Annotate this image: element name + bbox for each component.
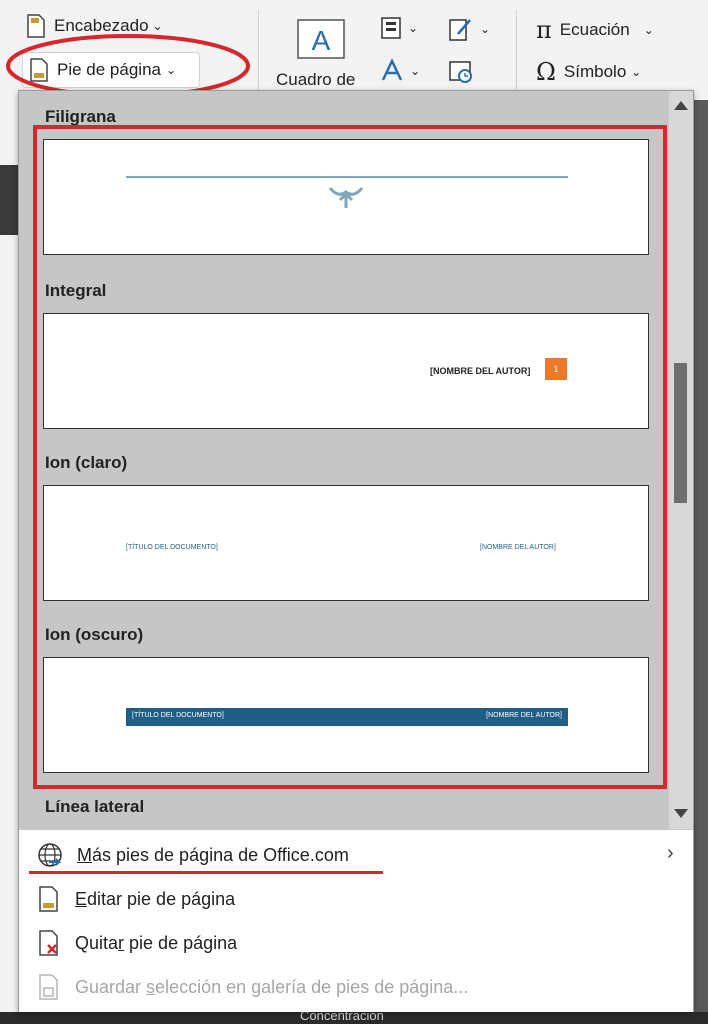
section-title: Filigrana <box>45 107 116 126</box>
ribbon: Encabezado ⌄ Pie de página ⌄ A Cuadro de… <box>0 0 708 100</box>
more-footers-accesskey: M <box>77 844 92 865</box>
status-bar: Concentración <box>0 1008 708 1024</box>
author-placeholder: [NOMBRE DEL AUTOR] <box>480 544 556 551</box>
page-number-badge: 1 <box>545 358 567 380</box>
edit-footer-accesskey: E <box>75 888 88 909</box>
scroll-down-icon[interactable] <box>674 809 688 818</box>
globe-icon <box>38 843 62 867</box>
symbol-button[interactable]: Ω Símbolo ⌄ <box>536 58 641 86</box>
footer-tile-ion-claro[interactable]: [TÍTULO DEL DOCUMENTO] [NOMBRE DEL AUTOR… <box>43 485 649 601</box>
symbol-label: Símbolo <box>563 62 627 81</box>
footer-menu: Más pies de página de Office.com › Edita… <box>19 829 693 1012</box>
edit-footer-label: ditar pie de página <box>87 888 236 909</box>
remove-footer-item[interactable]: Quitar pie de página <box>37 930 237 956</box>
textbox-icon[interactable]: A <box>296 18 346 60</box>
edit-footer-item[interactable]: Editar pie de página <box>37 886 235 912</box>
remove-footer-label-pre: Quita <box>75 932 119 953</box>
save-selection-label-pre: Guardar <box>75 976 147 997</box>
ribbon-separator <box>258 10 259 92</box>
footer-dropdown: Filigrana Integral [NOMBRE DEL AUTOR] 1 … <box>18 90 694 1012</box>
author-placeholder: [NOMBRE DEL AUTOR] <box>430 366 531 376</box>
more-footers-annotation-underline <box>29 871 383 874</box>
gallery-scrollbar[interactable] <box>669 91 693 829</box>
svg-text:A: A <box>312 25 331 56</box>
remove-footer-label: pie de página <box>124 932 238 953</box>
chevron-down-icon: ⌄ <box>631 65 642 79</box>
omega-icon: Ω <box>536 58 556 86</box>
chevron-down-icon: ⌄ <box>410 64 421 78</box>
footer-tile-ion-oscuro[interactable]: [TÍTULO DEL DOCUMENTO] [NOMBRE DEL AUTOR… <box>43 657 649 773</box>
title-placeholder: [TÍTULO DEL DOCUMENTO] <box>132 712 224 719</box>
equation-label: Ecuación <box>559 20 630 39</box>
scroll-thumb[interactable] <box>674 363 687 503</box>
scroll-up-icon[interactable] <box>674 101 688 110</box>
chevron-down-icon: ⌄ <box>408 21 419 35</box>
footer-tile-integral[interactable]: [NOMBRE DEL AUTOR] 1 <box>43 313 649 429</box>
save-selection-label: elección en galería de pies de página... <box>155 976 469 997</box>
equation-button[interactable]: π Ecuación ⌄ <box>536 16 654 44</box>
save-selection-accesskey: s <box>146 976 156 997</box>
ribbon-separator <box>516 10 517 92</box>
edit-footer-icon <box>39 886 58 912</box>
remove-footer-icon <box>39 930 58 956</box>
filigrana-line <box>126 176 568 178</box>
quick-parts-icon[interactable]: ⌄ <box>380 16 418 40</box>
textbox-label: Cuadro de <box>276 70 356 89</box>
save-selection-item[interactable]: Guardar selección en galería de pies de … <box>37 974 468 1000</box>
section-title: Ion (oscuro) <box>45 625 144 644</box>
section-title: Ion (claro) <box>45 453 128 472</box>
signature-line-icon[interactable]: ⌄ <box>448 16 490 42</box>
save-to-gallery-icon <box>39 974 58 1000</box>
author-placeholder: [NOMBRE DEL AUTOR] <box>486 712 562 719</box>
ornament-icon <box>328 187 364 208</box>
chevron-down-icon: ⌄ <box>480 22 491 36</box>
section-title: Integral <box>45 281 107 300</box>
wordart-icon[interactable]: ⌄ <box>380 58 420 84</box>
document-background <box>694 100 708 1024</box>
chevron-right-icon: › <box>667 842 674 864</box>
date-time-icon[interactable] <box>448 58 474 84</box>
more-footers-label: ás pies de página de Office.com <box>92 844 349 865</box>
pi-icon: π <box>536 16 552 44</box>
more-footers-item[interactable]: Más pies de página de Office.com <box>37 842 349 868</box>
section-title: Línea lateral <box>45 797 145 816</box>
footer-tile-filigrana[interactable] <box>43 139 649 255</box>
ion-dark-bar: [TÍTULO DEL DOCUMENTO] [NOMBRE DEL AUTOR… <box>126 708 568 726</box>
title-placeholder: [TÍTULO DEL DOCUMENTO] <box>126 544 218 551</box>
footer-gallery: Filigrana Integral [NOMBRE DEL AUTOR] 1 … <box>19 91 669 829</box>
chevron-down-icon: ⌄ <box>643 23 654 37</box>
document-background <box>0 165 18 235</box>
textbox-button[interactable]: Cuadro de <box>276 70 355 90</box>
